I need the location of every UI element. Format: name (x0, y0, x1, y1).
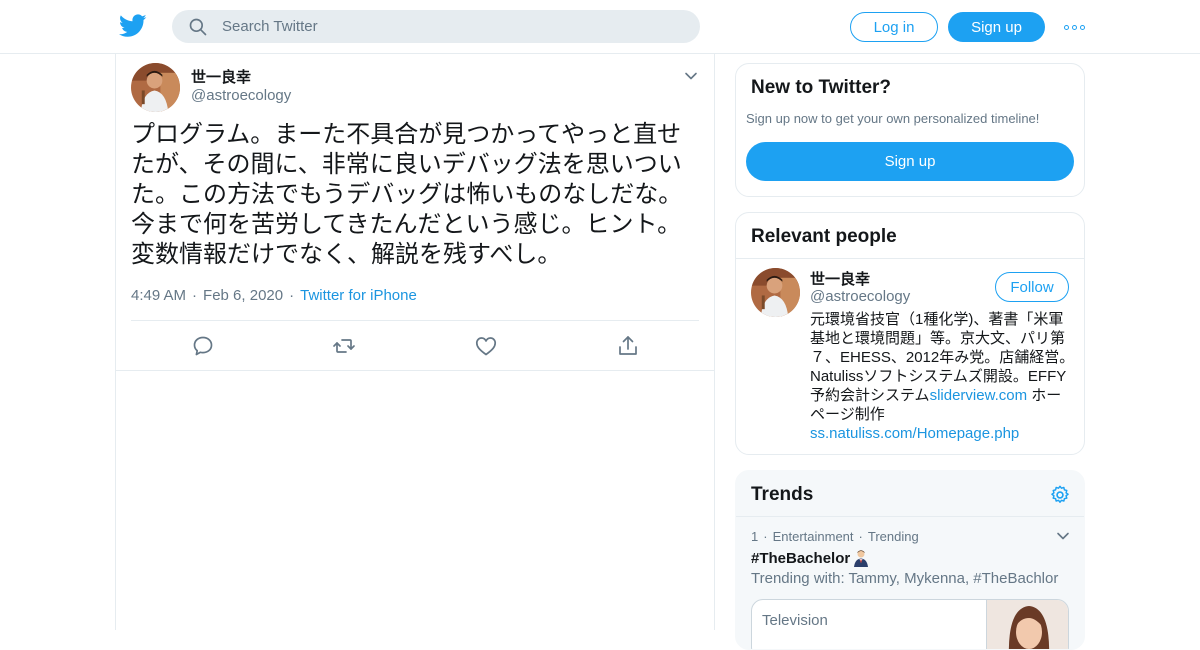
main-column: 世一良幸 @astroecology プログラム。まーた不具合が見つかってやっと… (115, 54, 715, 630)
chevron-down-icon[interactable] (684, 69, 698, 83)
tweet-author-name[interactable]: 世一良幸 (191, 66, 251, 87)
more-options-icon[interactable] (1064, 18, 1086, 36)
tweet-author-handle[interactable]: @astroecology (191, 87, 291, 104)
search-bar[interactable] (172, 10, 700, 43)
share-button[interactable] (616, 334, 640, 358)
sidebar-sign-up-button[interactable]: Sign up (746, 142, 1074, 181)
meta-separator: · (289, 287, 295, 304)
meta-separator: · (192, 287, 198, 304)
tweet: 世一良幸 @astroecology プログラム。まーた不具合が見つかってやっと… (116, 54, 714, 371)
bio-link[interactable]: sliderview.com (930, 387, 1028, 404)
trend-rank: 1 (751, 529, 759, 544)
divider (736, 258, 1084, 259)
tweet-author-avatar[interactable] (131, 63, 180, 112)
relevant-people-card: Relevant people 世一良幸 @astroecology Follo… (735, 212, 1085, 455)
reply-button[interactable] (191, 334, 215, 358)
tweet-time[interactable]: 4:49 AM (131, 287, 186, 304)
trend-metadata: 1 · Entertainment · Trending (751, 529, 919, 544)
card-subtitle: Sign up now to get your own personalized… (746, 111, 1040, 126)
person-name[interactable]: 世一良幸 (810, 268, 870, 289)
card-title: New to Twitter? (751, 77, 892, 98)
trend-card-category: Television (762, 612, 828, 629)
twitter-bird-logo-icon[interactable] (119, 13, 147, 39)
tweet-text: プログラム。まーた不具合が見つかってやっと直せたが、その間に、非常に良いデバッグ… (131, 121, 683, 268)
top-navigation-bar: Log in Sign up (0, 0, 1200, 54)
heart-icon (475, 337, 497, 356)
sign-up-button[interactable]: Sign up (948, 12, 1045, 42)
retweet-icon (333, 339, 355, 353)
bachelor-emoji-icon (854, 550, 869, 567)
trend-category: Entertainment (772, 529, 854, 544)
trends-card: Trends 1 · Entertainment · Trending #The… (735, 470, 1085, 650)
divider (736, 516, 1084, 517)
divider (131, 320, 699, 321)
trend-related: Trending with: Tammy, Mykenna, #TheBachl… (751, 570, 1059, 587)
log-in-button[interactable]: Log in (850, 12, 938, 42)
reply-icon (193, 336, 213, 356)
person-bio: 元環境省技官（1種化学)、著書「米軍基地と環境問題」等。京大文、パリ第７、EHE… (810, 310, 1075, 443)
tweet-metadata: 4:49 AM · Feb 6, 2020 · Twitter for iPho… (131, 287, 417, 304)
like-button[interactable] (474, 334, 498, 358)
search-input[interactable] (222, 18, 682, 35)
retweet-button[interactable] (332, 334, 356, 358)
new-to-twitter-card: New to Twitter? Sign up now to get your … (735, 63, 1085, 197)
card-title: Trends (751, 484, 814, 505)
chevron-down-icon[interactable] (1056, 529, 1070, 543)
person-avatar[interactable] (751, 268, 800, 317)
trend-hashtag[interactable]: #TheBachelor (751, 549, 870, 567)
gear-icon[interactable] (1049, 484, 1071, 506)
trend-thumbnail (986, 600, 1068, 649)
trend-media-card[interactable]: Television (751, 599, 1069, 649)
person-handle[interactable]: @astroecology (810, 288, 910, 305)
trend-hashtag-label: #TheBachelor (751, 549, 851, 567)
meta-separator: · (858, 529, 863, 544)
tweet-date[interactable]: Feb 6, 2020 (203, 287, 283, 304)
search-icon (189, 18, 207, 35)
card-title: Relevant people (751, 226, 897, 247)
share-icon (619, 336, 637, 355)
bio-link[interactable]: ss.natuliss.com/Homepage.php (810, 425, 1019, 442)
tweet-source-link[interactable]: Twitter for iPhone (300, 287, 417, 304)
trend-status: Trending (867, 529, 919, 544)
follow-button[interactable]: Follow (995, 272, 1069, 302)
meta-separator: · (763, 529, 768, 544)
